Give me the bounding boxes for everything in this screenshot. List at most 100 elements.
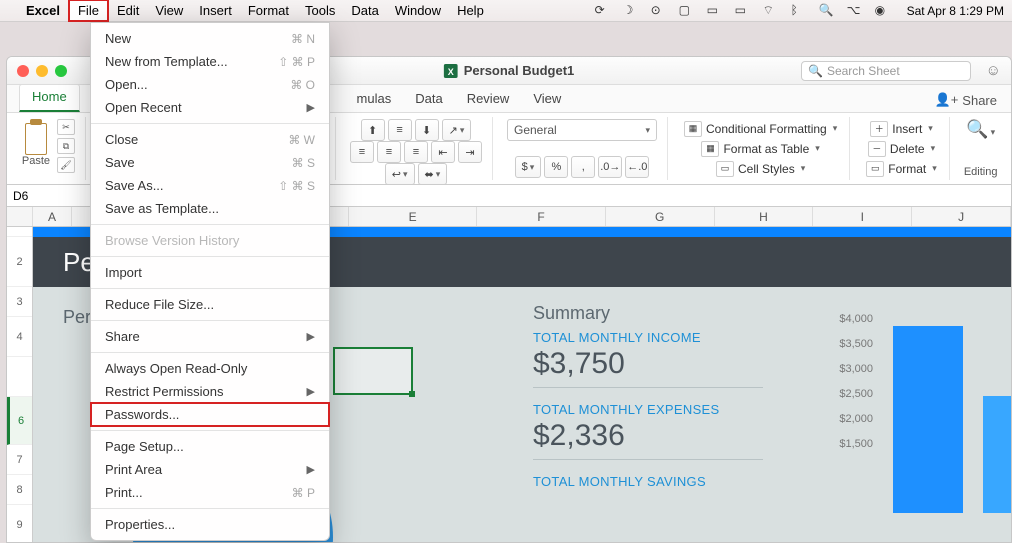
selected-cell[interactable]	[333, 347, 413, 395]
file-menu-save[interactable]: Save⌘ S	[91, 151, 329, 174]
format-cells-button[interactable]: ▭Format▾	[864, 160, 939, 178]
zoom-window-button[interactable]	[55, 65, 67, 77]
siri-icon[interactable]: ◉	[875, 3, 891, 19]
tab-view[interactable]: View	[521, 87, 573, 112]
file-menu-open[interactable]: Open...⌘ O	[91, 73, 329, 96]
currency-button[interactable]: $▾	[515, 156, 542, 178]
feedback-smiley-icon[interactable]: ☺	[986, 62, 1001, 79]
row-header-blank[interactable]	[7, 357, 32, 397]
minimize-window-button[interactable]	[36, 65, 48, 77]
file-menu-page-setup[interactable]: Page Setup...	[91, 435, 329, 458]
file-menu-passwords[interactable]: Passwords...	[91, 403, 329, 426]
insert-cells-button[interactable]: ＋Insert▾	[868, 120, 935, 138]
cell-styles-button[interactable]: ▭Cell Styles▾	[714, 160, 807, 178]
column-header-i[interactable]: I	[813, 207, 912, 226]
menubar-insert[interactable]: Insert	[191, 1, 240, 20]
file-menu-share[interactable]: Share▶	[91, 325, 329, 348]
file-menu-new[interactable]: New⌘ N	[91, 27, 329, 50]
column-header-h[interactable]: H	[715, 207, 814, 226]
tab-formulas[interactable]: mulas	[345, 87, 404, 112]
tab-home[interactable]: Home	[19, 84, 80, 112]
column-header-e[interactable]: E	[349, 207, 477, 226]
menubar-window[interactable]: Window	[387, 1, 449, 20]
file-menu-always-open-read-only[interactable]: Always Open Read-Only	[91, 357, 329, 380]
search-sheet-input[interactable]: 🔍 Search Sheet	[801, 61, 971, 81]
menubar-tools[interactable]: Tools	[297, 1, 343, 20]
file-menu-save-as-template[interactable]: Save as Template...	[91, 197, 329, 220]
row-header-7[interactable]: 7	[7, 445, 32, 475]
row-header-3[interactable]: 3	[7, 287, 32, 317]
column-header-f[interactable]: F	[477, 207, 605, 226]
menubar-edit[interactable]: Edit	[109, 1, 147, 20]
delete-cells-button[interactable]: －Delete▾	[866, 140, 937, 158]
align-left-button[interactable]: ≡	[350, 141, 374, 163]
merge-button[interactable]: ⬌ ▾	[418, 163, 448, 185]
file-menu-open-recent[interactable]: Open Recent▶	[91, 96, 329, 119]
align-right-button[interactable]: ≡	[404, 141, 428, 163]
find-icon[interactable]: 🔍▾	[966, 119, 995, 140]
menubar-view[interactable]: View	[147, 1, 191, 20]
row-header-blank[interactable]	[7, 227, 32, 237]
name-box[interactable]: D6	[7, 187, 91, 205]
format-as-table-button[interactable]: ▦Format as Table▾	[699, 140, 821, 158]
bluetooth-icon[interactable]: ᛒ	[791, 3, 807, 19]
row-header-9[interactable]: 9	[7, 505, 32, 543]
file-menu-restrict-permissions[interactable]: Restrict Permissions▶	[91, 380, 329, 403]
close-window-button[interactable]	[17, 65, 29, 77]
file-menu-save-as[interactable]: Save As...⇧ ⌘ S	[91, 174, 329, 197]
conditional-formatting-button[interactable]: ▦Conditional Formatting▾	[682, 120, 839, 138]
menubar-file[interactable]: File	[68, 0, 109, 22]
display-icon[interactable]: ▭	[707, 3, 723, 19]
row-header-8[interactable]: 8	[7, 475, 32, 505]
battery-icon[interactable]: ▭	[735, 3, 751, 19]
menubar-format[interactable]: Format	[240, 1, 297, 20]
file-menu-properties[interactable]: Properties...	[91, 513, 329, 536]
tab-review[interactable]: Review	[455, 87, 522, 112]
file-menu-print-area[interactable]: Print Area▶	[91, 458, 329, 481]
share-button[interactable]: 👤+ Share	[921, 88, 1011, 112]
menubar-help[interactable]: Help	[449, 1, 492, 20]
paste-icon[interactable]	[19, 119, 53, 155]
select-all-corner[interactable]	[7, 207, 33, 226]
circle-icon[interactable]: ⊙	[651, 3, 667, 19]
file-menu-print[interactable]: Print...⌘ P	[91, 481, 329, 504]
search-icon[interactable]: 🔍	[819, 3, 835, 19]
row-header-4[interactable]: 4	[7, 317, 32, 357]
decrease-decimal-button[interactable]: ←.0	[625, 156, 649, 178]
file-menu-close[interactable]: Close⌘ W	[91, 128, 329, 151]
file-menu-new-from-template[interactable]: New from Template...⇧ ⌘ P	[91, 50, 329, 73]
comma-button[interactable]: ,	[571, 156, 595, 178]
align-bottom-button[interactable]: ⬇	[415, 119, 439, 141]
wifi-icon[interactable]: ⌔	[763, 3, 779, 19]
fill-handle[interactable]	[409, 391, 415, 397]
sync-icon[interactable]: ⟳	[595, 3, 611, 19]
file-menu-import[interactable]: Import	[91, 261, 329, 284]
decrease-indent-button[interactable]: ⇤	[431, 141, 455, 163]
control-center-icon[interactable]: ⌥	[847, 3, 863, 19]
menubar-app[interactable]: Excel	[18, 1, 68, 20]
column-header-g[interactable]: G	[606, 207, 715, 226]
menubar-data[interactable]: Data	[343, 1, 386, 20]
increase-decimal-button[interactable]: .0→	[598, 156, 622, 178]
wrap-text-button[interactable]: ↩ ▾	[385, 163, 415, 185]
menubar-clock[interactable]: Sat Apr 8 1:29 PM	[903, 4, 1004, 18]
increase-indent-button[interactable]: ⇥	[458, 141, 482, 163]
row-header-6[interactable]: 6	[7, 397, 32, 445]
tab-data[interactable]: Data	[403, 87, 454, 112]
format-painter-icon[interactable]: 🖌	[57, 157, 75, 173]
percent-button[interactable]: %	[544, 156, 568, 178]
airplay-icon[interactable]: ▢	[679, 3, 695, 19]
align-middle-button[interactable]: ≡	[388, 119, 412, 141]
column-header-j[interactable]: J	[912, 207, 1011, 226]
file-menu-reduce-file-size[interactable]: Reduce File Size...	[91, 293, 329, 316]
align-center-button[interactable]: ≡	[377, 141, 401, 163]
row-header-2[interactable]: 2	[7, 237, 32, 287]
moon-icon[interactable]: ☽	[623, 3, 639, 19]
orientation-button[interactable]: ↗▾	[442, 119, 472, 141]
copy-icon[interactable]: ⧉	[57, 138, 75, 154]
number-format-select[interactable]: General▾	[507, 119, 657, 141]
menu-shortcut: ⌘ O	[290, 78, 315, 92]
cut-icon[interactable]: ✂	[57, 119, 75, 135]
column-header-a[interactable]: A	[33, 207, 73, 226]
align-top-button[interactable]: ⬆	[361, 119, 385, 141]
